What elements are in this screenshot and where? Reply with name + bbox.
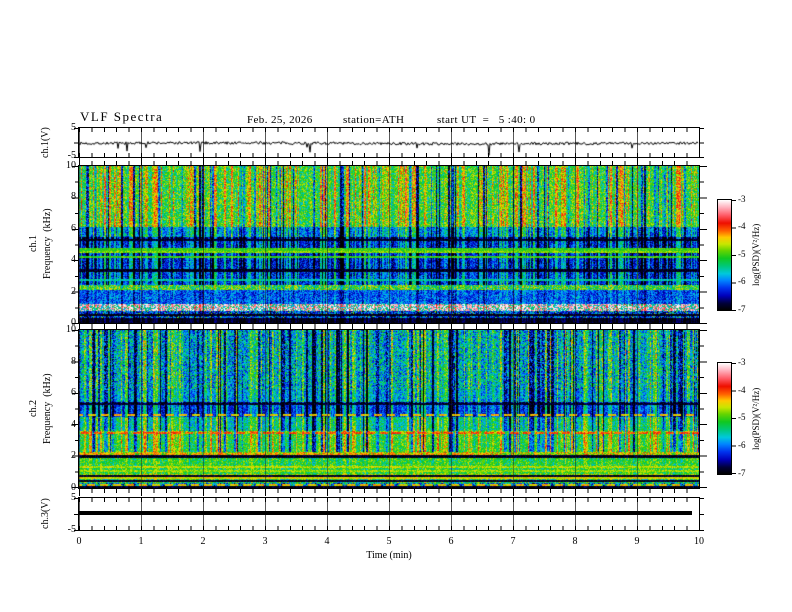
vlf-spectra-figure: VLF Spectra Feb. 25, 2026 station=ATH st… — [0, 0, 792, 612]
colorbar-tick-label: -3 — [738, 357, 746, 367]
ch2-spec-right-major-yticks — [700, 330, 707, 489]
x-tick-label: 2 — [200, 536, 206, 547]
ch1-colorbar-label: log(PSD)(V²/Hz) — [751, 223, 761, 287]
ch1-wave-bottom-minor-ticks — [79, 153, 699, 157]
colorbar-tick-label: -5 — [738, 249, 746, 259]
ch1-spectrogram-image — [79, 166, 699, 323]
ch2-spec-top-minor-ticks — [79, 325, 699, 329]
x-tick-label: 6 — [448, 536, 454, 547]
colorbar-tick-label: -4 — [738, 221, 746, 231]
x-tick-label: 4 — [324, 536, 330, 547]
colorbar-tick-label: -7 — [738, 468, 746, 478]
ch3-right-yticks — [700, 498, 704, 531]
ch2-colorbar-label: log(PSD)(V²/Hz) — [751, 387, 761, 450]
x-tick-label: 8 — [572, 536, 578, 547]
ch1-channel-axis-label: ch.1 — [28, 235, 39, 253]
x-tick-label: 10 — [694, 536, 704, 547]
y-tick-label: 10 — [66, 160, 76, 171]
ch2-spectrogram-image — [79, 330, 699, 488]
colorbar-tick-label: -6 — [738, 440, 746, 450]
ch1-spec-left-major-yticks — [72, 166, 79, 324]
ch2-spectrogram-panel — [78, 329, 700, 489]
ch1-wave-right-yticks — [700, 128, 704, 158]
page-title: VLF Spectra — [80, 109, 164, 124]
ch1-colorbar — [717, 199, 732, 311]
ch1-wave-top-minor-ticks — [79, 128, 699, 132]
x-tick-label: 0 — [76, 536, 82, 547]
ch2-colorbar-ticks — [732, 363, 736, 475]
ch2-spec-left-major-yticks — [72, 330, 79, 489]
ch1-spectrogram-panel — [78, 165, 700, 324]
colorbar-tick-label: -3 — [738, 194, 746, 204]
ch1-frequency-axis-label: Frequency (kHz) — [42, 208, 53, 280]
colorbar-tick-label: -6 — [738, 276, 746, 286]
ch2-spec-bottom-major-ticks — [79, 489, 699, 496]
x-tick-label: 9 — [634, 536, 640, 547]
date-label: Feb. 25, 2026 — [247, 114, 313, 126]
ch2-channel-axis-label: ch.2 — [28, 400, 39, 418]
x-tick-label: 5 — [386, 536, 392, 547]
ch1-spec-right-major-yticks — [700, 166, 707, 324]
y-tick-label: 10 — [66, 324, 76, 335]
colorbar-tick-label: -4 — [738, 385, 746, 395]
start-ut-label: start UT = 5 :40: 0 — [437, 114, 536, 126]
station-label: station=ATH — [343, 114, 405, 126]
x-tick-label: 7 — [510, 536, 516, 547]
ch1-spec-top-minor-ticks — [79, 161, 699, 165]
ch3-top-minor-ticks — [79, 498, 699, 502]
ch3-voltage-axis-label: ch.3(V) — [40, 498, 51, 530]
colorbar-tick-label: -5 — [738, 412, 746, 422]
colorbar-tick-label: -7 — [738, 304, 746, 314]
x-axis-title: Time (min) — [366, 550, 412, 561]
ch3-flat-trace — [79, 511, 692, 515]
ch2-frequency-axis-label: Frequency (kHz) — [42, 373, 53, 445]
ch2-colorbar — [717, 362, 732, 475]
x-tick-label: 1 — [138, 536, 144, 547]
ch3-bottom-minor-ticks — [79, 526, 699, 530]
x-tick-label: 3 — [262, 536, 268, 547]
ch1-colorbar-ticks — [732, 200, 736, 311]
